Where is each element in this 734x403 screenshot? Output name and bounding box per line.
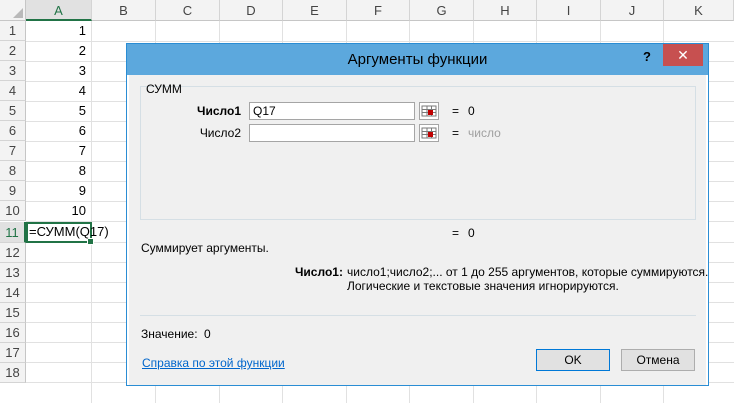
col-header-b[interactable]: B	[92, 0, 156, 21]
arg2-result: число	[468, 126, 501, 140]
cell-a6[interactable]: 6	[26, 121, 90, 141]
range-select-icon	[421, 127, 437, 139]
function-description: Суммирует аргументы.	[141, 241, 269, 255]
arg1-equals: =	[452, 104, 460, 118]
col-header-i[interactable]: I	[537, 0, 601, 21]
help-button[interactable]: ?	[635, 46, 659, 68]
row-header-1[interactable]: 1	[0, 21, 26, 41]
arg2-label: Число2	[199, 126, 241, 140]
value-label: Значение:	[141, 327, 198, 341]
arg1-collapse-button[interactable]	[419, 102, 439, 120]
dialog-titlebar[interactable]: Аргументы функции ? ✕	[127, 44, 708, 75]
cancel-button[interactable]: Отмена	[621, 349, 695, 371]
row-header-7[interactable]: 7	[0, 141, 26, 161]
divider	[140, 315, 696, 316]
row-header-10[interactable]: 10	[0, 201, 26, 221]
col-header-e[interactable]: E	[283, 0, 347, 21]
col-header-d[interactable]: D	[220, 0, 283, 21]
row-header-11[interactable]: 11	[0, 222, 26, 243]
arg2-input[interactable]	[249, 124, 415, 142]
row-header-17[interactable]: 17	[0, 343, 26, 363]
arg2-equals: =	[452, 126, 460, 140]
col-header-f[interactable]: F	[347, 0, 410, 21]
range-select-icon	[421, 105, 437, 117]
row-header-8[interactable]: 8	[0, 161, 26, 181]
dialog-body: СУММ Число1 = 0 Число2 = число = 0	[129, 75, 709, 385]
arg-help-line2: Логические и текстовые значения игнориру…	[347, 279, 619, 293]
select-all-corner[interactable]	[0, 0, 26, 21]
cell-a10[interactable]: 10	[26, 201, 90, 221]
col-header-g[interactable]: G	[410, 0, 474, 21]
function-arguments-dialog: Аргументы функции ? ✕ СУММ Число1 = 0 Чи…	[126, 43, 709, 386]
row-header-4[interactable]: 4	[0, 81, 26, 101]
cell-a5[interactable]: 5	[26, 101, 90, 121]
cell-a4[interactable]: 4	[26, 81, 90, 101]
function-help-link[interactable]: Справка по этой функции	[142, 356, 285, 370]
formula-equals: =	[452, 226, 460, 240]
cell-a2[interactable]: 2	[26, 41, 90, 61]
row-header-13[interactable]: 13	[0, 263, 26, 283]
col-header-k[interactable]: K	[664, 0, 734, 21]
row-header-2[interactable]: 2	[0, 41, 26, 61]
row-header-12[interactable]: 12	[0, 243, 26, 263]
cell-a3[interactable]: 3	[26, 61, 90, 81]
row-header-16[interactable]: 16	[0, 323, 26, 343]
cell-a8[interactable]: 8	[26, 161, 90, 181]
cell-a1[interactable]: 1	[26, 21, 90, 41]
col-header-h[interactable]: H	[474, 0, 537, 21]
arg1-result: 0	[468, 104, 475, 118]
dialog-title: Аргументы функции	[347, 51, 488, 68]
cell-a9[interactable]: 9	[26, 181, 90, 201]
row-header-18[interactable]: 18	[0, 363, 26, 383]
row-header-3[interactable]: 3	[0, 61, 26, 81]
arg1-label: Число1	[197, 104, 241, 118]
row-header-14[interactable]: 14	[0, 283, 26, 303]
ok-button[interactable]: OK	[536, 349, 610, 371]
formula-result: 0	[468, 226, 475, 240]
close-button[interactable]: ✕	[663, 44, 703, 66]
row-header-6[interactable]: 6	[0, 121, 26, 141]
col-header-c[interactable]: C	[156, 0, 220, 21]
active-cell-formula: =СУММ(Q17)	[29, 224, 109, 239]
cell-a7[interactable]: 7	[26, 141, 90, 161]
row-header-5[interactable]: 5	[0, 101, 26, 121]
col-header-j[interactable]: J	[601, 0, 664, 21]
value-result: 0	[204, 327, 211, 341]
col-header-a[interactable]: A	[26, 0, 92, 21]
arg2-collapse-button[interactable]	[419, 124, 439, 142]
function-name: СУММ	[146, 82, 182, 96]
arg-help-line1: число1;число2;... от 1 до 255 аргументов…	[347, 265, 709, 279]
arg-help-label: Число1:	[295, 265, 343, 279]
row-header-15[interactable]: 15	[0, 303, 26, 323]
arg1-input[interactable]	[249, 102, 415, 120]
row-header-9[interactable]: 9	[0, 181, 26, 201]
